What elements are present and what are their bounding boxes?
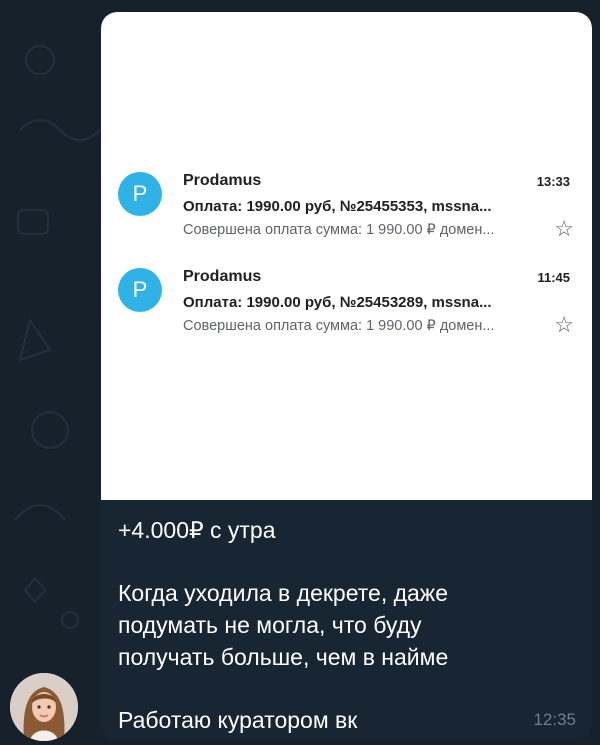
email-row: P Prodamus 13:33 Оплата: 1990.00 руб, №2… xyxy=(101,170,592,250)
email-screenshot: P Prodamus 13:33 Оплата: 1990.00 руб, №2… xyxy=(101,12,592,500)
email-subject: Оплата: 1990.00 руб, №25455353, mssna... xyxy=(183,198,492,215)
user-avatar-photo[interactable] xyxy=(10,673,78,741)
message-line: +4.000₽ с утра xyxy=(118,517,276,543)
email-time: 13:33 xyxy=(536,174,570,189)
message-bubble: P Prodamus 13:33 Оплата: 1990.00 руб, №2… xyxy=(101,12,592,740)
message-line: получать больше, чем в найме xyxy=(118,644,449,670)
message-line: подумать не могла, что буду xyxy=(118,612,422,638)
message-time: 12:35 xyxy=(533,710,576,729)
email-snippet: Совершена оплата сумма: 1 990.00 ₽ домен… xyxy=(183,222,495,238)
star-outline-icon: ☆ xyxy=(554,216,574,241)
sender-avatar: P xyxy=(118,172,162,216)
star-outline-icon: ☆ xyxy=(554,312,574,337)
avatar-illustration xyxy=(10,673,78,741)
email-snippet: Совершена оплата сумма: 1 990.00 ₽ домен… xyxy=(183,318,495,334)
email-time: 11:45 xyxy=(537,270,570,285)
message-line: Когда уходила в декрете, даже xyxy=(118,580,448,606)
email-sender: Prodamus xyxy=(183,172,262,189)
message-line: Работаю куратором вк xyxy=(118,707,358,733)
email-sender: Prodamus xyxy=(183,268,262,285)
sender-avatar: P xyxy=(118,268,162,312)
email-subject: Оплата: 1990.00 руб, №25453289, mssna... xyxy=(183,294,492,311)
email-row: P Prodamus 11:45 Оплата: 1990.00 руб, №2… xyxy=(101,266,592,346)
